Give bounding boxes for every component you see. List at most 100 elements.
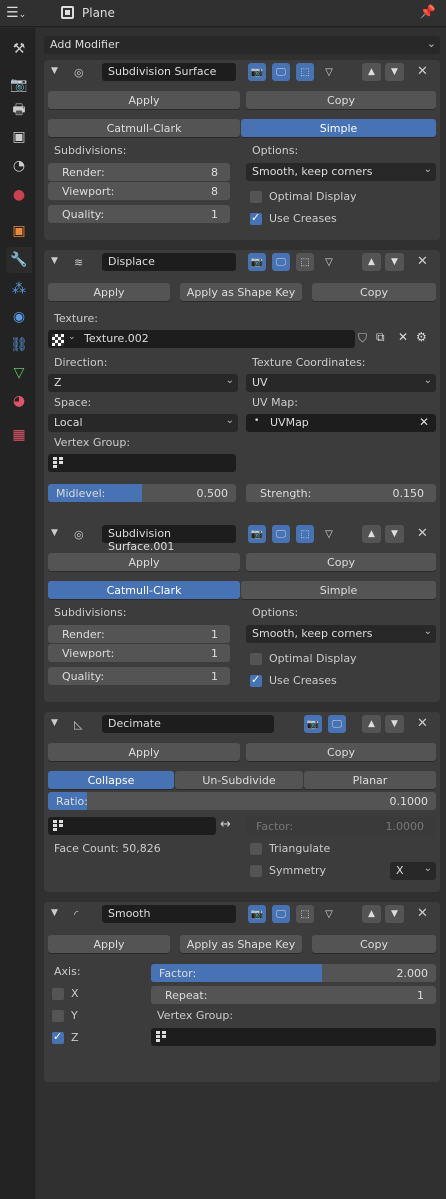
apply-as-shape-key-button[interactable]: Apply as Shape Key: [180, 283, 302, 301]
world-tab-icon[interactable]: ●: [6, 182, 32, 208]
factor-field[interactable]: Factor: 1.0000: [246, 817, 436, 835]
close-icon[interactable]: ✕: [417, 526, 428, 541]
add-modifier-menu[interactable]: Add Modifier ⌄: [44, 36, 440, 54]
render-toggle-icon[interactable]: 📷: [248, 253, 266, 271]
clear-icon[interactable]: ✕: [419, 415, 429, 429]
viewport-toggle-icon[interactable]: 🖵: [272, 253, 290, 271]
copy-button[interactable]: Copy: [312, 935, 436, 953]
cage-toggle-icon[interactable]: ▽: [320, 905, 338, 923]
axis-y-checkbox[interactable]: [52, 1010, 64, 1022]
cage-toggle-icon[interactable]: ▽: [320, 525, 338, 543]
axis-z-checkbox[interactable]: [52, 1030, 64, 1044]
factor-slider[interactable]: Factor: 2.000: [151, 964, 436, 982]
move-down-icon[interactable]: ▼: [385, 525, 404, 543]
move-down-icon[interactable]: ▼: [385, 715, 404, 733]
cage-toggle-icon[interactable]: ▽: [320, 63, 338, 81]
editmode-toggle-icon[interactable]: ⬚: [296, 905, 314, 923]
data-tab-icon[interactable]: ▽: [6, 360, 32, 386]
move-up-icon[interactable]: ▲: [362, 905, 381, 923]
editmode-toggle-icon[interactable]: ⬚: [296, 525, 314, 543]
view-layer-tab-icon[interactable]: ▣: [6, 124, 32, 150]
quality-field[interactable]: Quality: 1: [48, 205, 230, 223]
symmetry-axis-dropdown[interactable]: X ⌄: [390, 862, 436, 880]
move-down-icon[interactable]: ▼: [385, 253, 404, 271]
move-down-icon[interactable]: ▼: [385, 63, 404, 81]
copy-button[interactable]: Copy: [246, 743, 436, 761]
move-up-icon[interactable]: ▲: [362, 715, 381, 733]
vertex-group-field[interactable]: [48, 454, 236, 472]
modifier-name-field[interactable]: Subdivision Surface.001: [102, 525, 236, 553]
render-tab-icon[interactable]: 📷: [6, 72, 32, 98]
apply-button[interactable]: Apply: [48, 283, 170, 301]
collapse-arrow-icon[interactable]: ▼: [51, 66, 58, 76]
fake-user-shield-icon[interactable]: ⛉: [358, 331, 367, 346]
unsubdivide-mode-button[interactable]: Un-Subdivide: [175, 771, 303, 789]
modifier-name-field[interactable]: Subdivision Surface: [102, 63, 236, 81]
strength-field[interactable]: Strength: 0.150: [246, 484, 436, 502]
catmull-clark-button[interactable]: Catmull-Clark: [48, 581, 240, 599]
move-up-icon[interactable]: ▲: [362, 525, 381, 543]
viewport-levels-field[interactable]: Viewport: 1: [48, 644, 230, 662]
constraints-tab-icon[interactable]: ⛓: [6, 332, 32, 358]
tex-coords-dropdown[interactable]: UV ⌄: [246, 374, 436, 392]
uv-map-field[interactable]: UVMap: [246, 414, 436, 432]
editmode-toggle-icon[interactable]: ⬚: [296, 253, 314, 271]
catmull-clark-button[interactable]: Catmull-Clark: [48, 119, 240, 137]
render-toggle-icon[interactable]: 📷: [248, 525, 266, 543]
vertex-group-field[interactable]: [48, 817, 216, 835]
space-dropdown[interactable]: Local ⌄: [48, 414, 238, 432]
close-icon[interactable]: ✕: [417, 254, 428, 269]
quality-field[interactable]: Quality: 1: [48, 667, 230, 685]
texture-properties-icon[interactable]: ⚙: [416, 330, 427, 344]
close-icon[interactable]: ✕: [417, 716, 428, 731]
optimal-display-checkbox[interactable]: [250, 191, 262, 203]
object-tab-icon[interactable]: ▣: [6, 218, 32, 244]
unlink-icon[interactable]: ✕: [398, 330, 408, 344]
copy-button[interactable]: Copy: [246, 91, 436, 109]
apply-button[interactable]: Apply: [48, 91, 240, 109]
copy-button[interactable]: Copy: [312, 283, 436, 301]
render-levels-field[interactable]: Render: 8: [48, 163, 230, 181]
apply-button[interactable]: Apply: [48, 935, 170, 953]
tool-tab-icon[interactable]: ⚒: [6, 36, 32, 62]
move-up-icon[interactable]: ▲: [362, 63, 381, 81]
direction-dropdown[interactable]: Z ⌄: [48, 374, 238, 392]
material-tab-icon[interactable]: ◕: [6, 388, 32, 414]
modifier-name-field[interactable]: Smooth: [102, 905, 236, 923]
use-creases-checkbox[interactable]: [250, 211, 262, 225]
render-levels-field[interactable]: Render: 1: [48, 625, 230, 643]
vertex-group-field[interactable]: [151, 1028, 436, 1046]
collapse-mode-button[interactable]: Collapse: [48, 771, 174, 789]
modifier-stack[interactable]: Add Modifier ⌄ ▼ ◎ Subdivision Surface 📷 …: [36, 28, 446, 1199]
viewport-toggle-icon[interactable]: 🖵: [272, 63, 290, 81]
duplicate-icon[interactable]: ⧉: [376, 330, 385, 345]
move-up-icon[interactable]: ▲: [362, 253, 381, 271]
modifier-name-field[interactable]: Decimate: [102, 715, 274, 733]
apply-button[interactable]: Apply: [48, 553, 240, 571]
copy-button[interactable]: Copy: [246, 553, 436, 571]
planar-mode-button[interactable]: Planar: [304, 771, 436, 789]
apply-button[interactable]: Apply: [48, 743, 240, 761]
texture-field[interactable]: Texture.002: [48, 330, 355, 348]
cage-toggle-icon[interactable]: ▽: [320, 253, 338, 271]
collapse-arrow-icon[interactable]: ▼: [51, 718, 58, 728]
pin-icon[interactable]: 📌: [420, 5, 436, 20]
editor-type-menu[interactable]: ☰⌄: [6, 5, 46, 22]
axis-x-checkbox[interactable]: [52, 988, 64, 1000]
collapse-arrow-icon[interactable]: ▼: [51, 528, 58, 538]
invert-vertex-group-icon[interactable]: ↔: [220, 817, 231, 832]
scene-tab-icon[interactable]: ◔: [6, 153, 32, 179]
viewport-toggle-icon[interactable]: 🖵: [272, 525, 290, 543]
render-toggle-icon[interactable]: 📷: [248, 63, 266, 81]
particles-tab-icon[interactable]: ⁂: [6, 276, 32, 302]
ratio-slider[interactable]: Ratio: 0.1000: [48, 792, 436, 810]
symmetry-checkbox[interactable]: [250, 865, 262, 877]
simple-button[interactable]: Simple: [241, 581, 436, 599]
render-toggle-icon[interactable]: 📷: [248, 905, 266, 923]
apply-as-shape-key-button[interactable]: Apply as Shape Key: [180, 935, 302, 953]
close-icon[interactable]: ✕: [417, 64, 428, 79]
collapse-arrow-icon[interactable]: ▼: [51, 256, 58, 266]
viewport-toggle-icon[interactable]: 🖵: [272, 905, 290, 923]
close-icon[interactable]: ✕: [417, 906, 428, 921]
simple-button[interactable]: Simple: [241, 119, 436, 137]
